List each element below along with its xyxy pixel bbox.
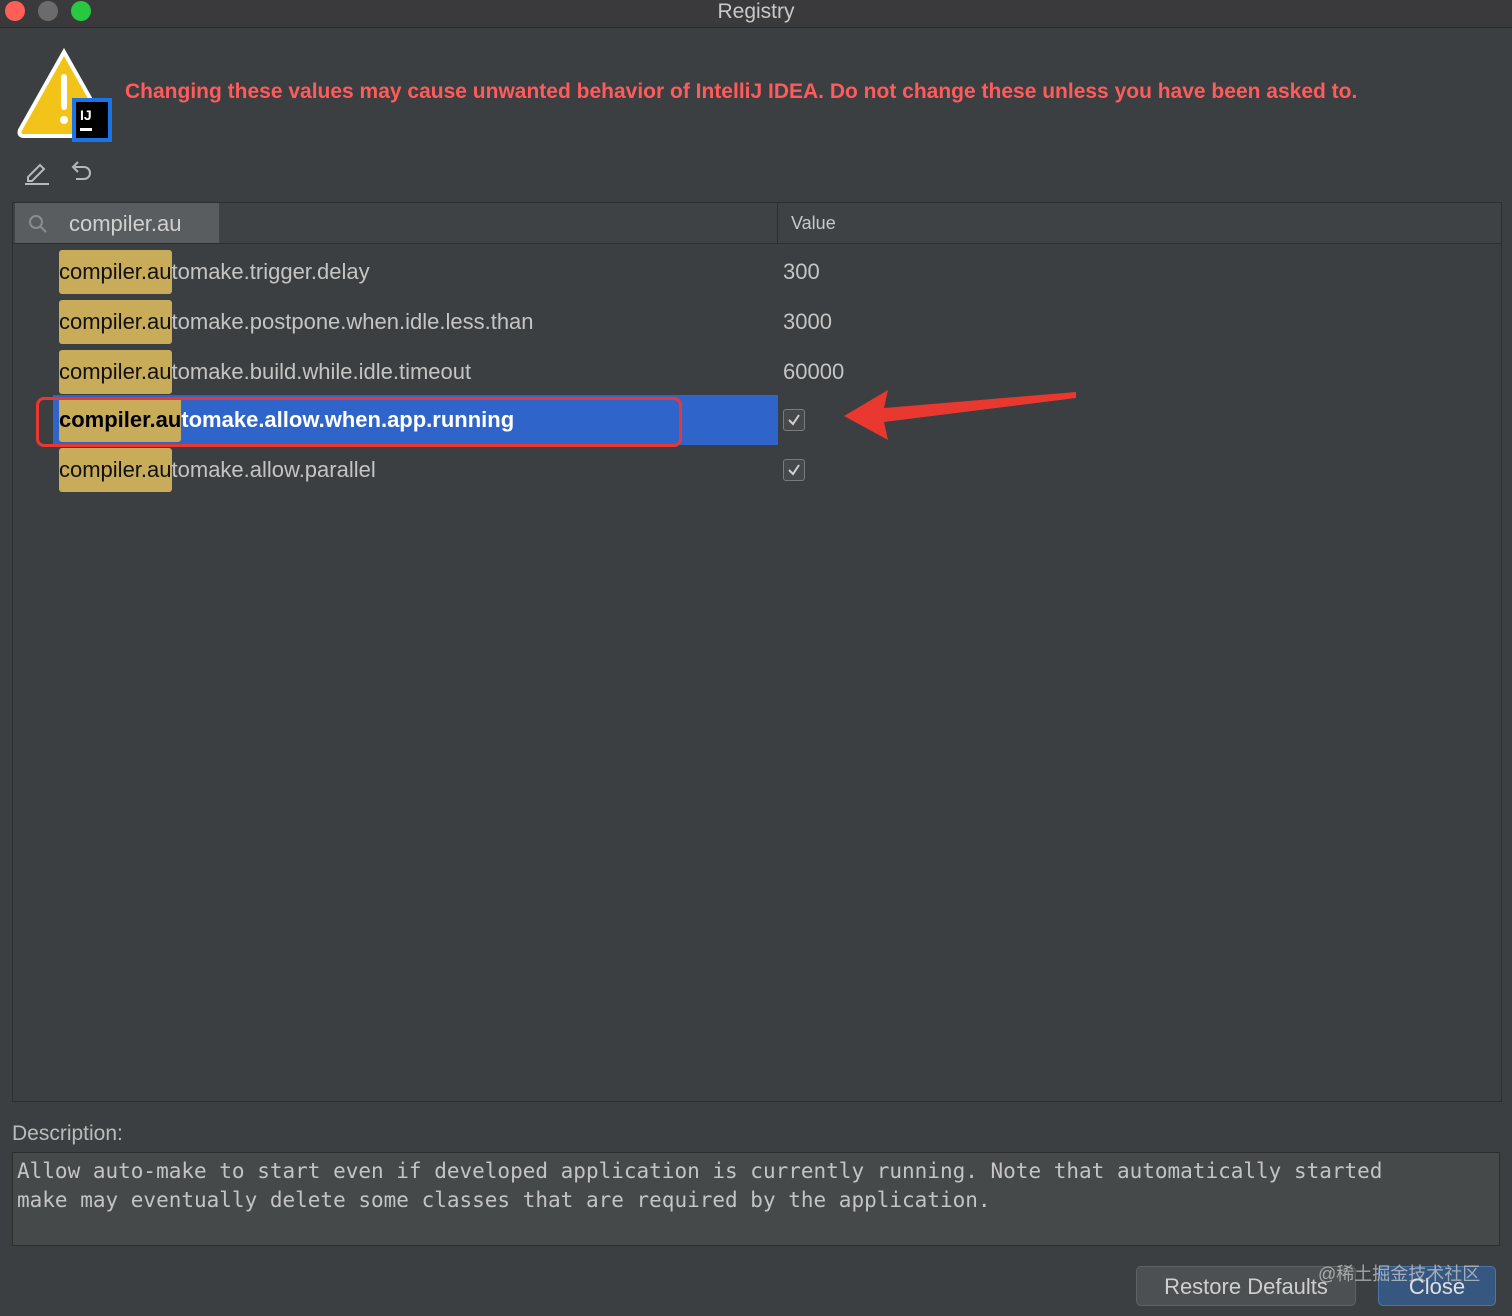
table-row[interactable]: compiler.automake.build.while.idle.timeo… [13,347,1501,397]
value-checkbox[interactable] [783,409,805,431]
registry-key: compiler.automake.trigger.delay [59,250,370,294]
window-title: Registry [717,0,795,23]
table-row[interactable]: compiler.automake.allow.parallel [13,445,1501,495]
annotation-arrow-icon [844,390,1076,440]
key-remainder: tomake.postpone.when.idle.less.than [171,309,534,334]
search-match-highlight: compiler.au [59,448,172,492]
search-input[interactable]: compiler.au [15,203,219,243]
description-label: Description: [12,1122,123,1145]
checkmark-icon [788,464,800,476]
title-bar: Registry [0,0,1512,28]
warning-icon: IJ [17,48,112,142]
table-row[interactable]: compiler.automake.postpone.when.idle.les… [13,297,1501,347]
registry-key: compiler.automake.build.while.idle.timeo… [59,350,471,394]
table-row[interactable]: compiler.automake.trigger.delay 300 [13,247,1501,297]
key-remainder: tomake.build.while.idle.timeout [171,359,472,384]
search-icon [29,215,47,233]
warning-message: Changing these values may cause unwanted… [125,80,1358,103]
revert-icon[interactable] [66,157,96,187]
value-column-header: Value [791,213,836,233]
search-match-highlight: compiler.au [59,300,172,344]
table-header: compiler.au Value [13,203,1501,244]
svg-text:IJ: IJ [80,107,92,123]
edit-icon[interactable] [22,157,52,187]
registry-key: compiler.automake.allow.parallel [59,448,376,492]
checkmark-icon [788,414,800,426]
column-divider[interactable] [777,203,778,243]
registry-value[interactable]: 3000 [783,300,832,344]
search-match-highlight: compiler.au [59,350,172,394]
annotation-highlight-box [36,397,682,447]
key-remainder: tomake.trigger.delay [171,259,370,284]
search-match-highlight: compiler.au [59,250,172,294]
watermark: @稀土掘金技术社区 [1318,1264,1481,1284]
registry-value[interactable]: 300 [783,250,820,294]
registry-key: compiler.automake.postpone.when.idle.les… [59,300,534,344]
key-remainder: tomake.allow.parallel [171,457,376,482]
value-checkbox[interactable] [783,459,805,481]
search-value: compiler.au [69,211,182,236]
description-text: Allow auto-make to start even if develop… [12,1152,1500,1246]
registry-table: compiler.au Value compiler.automake.trig… [12,202,1502,1102]
registry-value[interactable]: 60000 [783,350,844,394]
